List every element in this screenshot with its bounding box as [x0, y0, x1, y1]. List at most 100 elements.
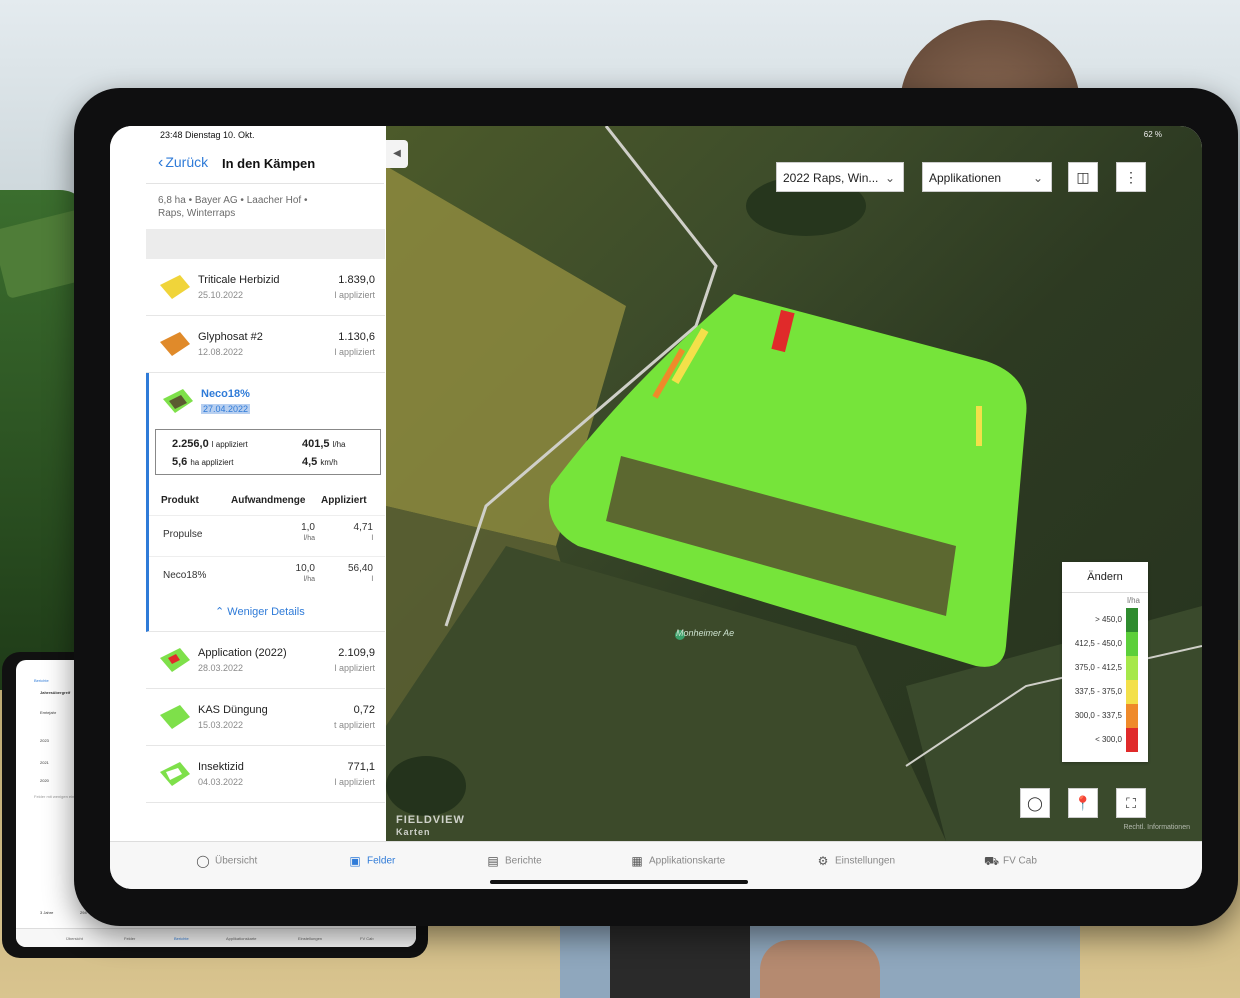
- small-tab-reports[interactable]: Berichte: [174, 936, 189, 941]
- legend-change-button[interactable]: Ändern: [1062, 562, 1148, 593]
- tab-label: Applikationskarte: [649, 855, 726, 867]
- tab-label: Übersicht: [215, 855, 258, 867]
- tab-settings[interactable]: ⚙ Einstellungen: [816, 854, 895, 868]
- tab-overview[interactable]: ◯ Übersicht: [196, 854, 257, 868]
- legend-label: 300,0 - 337,5: [1074, 711, 1122, 720]
- application-item-selected[interactable]: Neco18% 27.04.2022 2.256,0 l appliziert …: [146, 373, 385, 632]
- application-value: 1.130,6: [338, 331, 375, 343]
- background-rugged-device: [610, 915, 750, 998]
- field-thumbnail-icon: [160, 705, 190, 729]
- chevron-down-icon: ⌄: [1032, 171, 1043, 185]
- tractor-icon: ⛟: [984, 854, 1000, 868]
- product-rate: 10,0 l/ha: [296, 563, 315, 585]
- stat-area: 5,6 ha appliziert: [172, 456, 234, 468]
- product-applied: 4,71 l: [354, 522, 373, 544]
- small-tab-fields[interactable]: Felder: [124, 936, 135, 941]
- tab-label: Berichte: [505, 855, 542, 867]
- header-applied: Appliziert: [321, 495, 367, 506]
- header-product: Produkt: [161, 495, 199, 506]
- place-label: Monheimer Ae: [676, 628, 735, 638]
- product-table-header: Produkt Aufwandmenge Appliziert: [149, 491, 385, 515]
- layer-select[interactable]: Applikationen ⌄: [922, 162, 1052, 192]
- tab-fv-cab[interactable]: ⛟ FV Cab: [984, 854, 1037, 868]
- application-date: 25.10.2022: [198, 290, 244, 300]
- watermark-text: FIELDVIEW: [396, 814, 465, 826]
- small-tab-appmap[interactable]: Applikationskarte: [226, 936, 256, 941]
- background-hand: [760, 940, 880, 998]
- divider: [146, 183, 384, 184]
- stat-area-unit: ha appliziert: [190, 458, 234, 467]
- field-title: In den Kämpen: [222, 156, 316, 171]
- product-applied-unit: l: [371, 535, 373, 542]
- collapse-panel-button[interactable]: ◀: [386, 140, 408, 168]
- application-item[interactable]: Insektizid 04.03.2022 771,1 l appliziert: [146, 746, 385, 803]
- field-thumbnail-icon: [160, 275, 190, 299]
- product-rate-value: 1,0: [301, 522, 315, 533]
- more-options-button[interactable]: ⋮: [1116, 162, 1146, 192]
- back-button[interactable]: ‹ Zurück: [158, 154, 208, 172]
- season-select-label: 2022 Raps, Win...: [783, 171, 879, 185]
- pin-button[interactable]: 📍: [1068, 788, 1098, 818]
- home-indicator: [490, 880, 748, 884]
- lasso-icon: ◯: [1027, 795, 1043, 811]
- application-date: 15.03.2022: [198, 720, 244, 730]
- legend-row: < 300,0: [1062, 728, 1148, 752]
- application-item[interactable]: Glyphosat #2 12.08.2022 1.130,6 l appliz…: [146, 316, 385, 373]
- lasso-button[interactable]: ◯: [1020, 788, 1050, 818]
- application-name: Application (2022): [198, 647, 287, 659]
- product-applied: 56,40 l: [348, 563, 373, 585]
- stat-speed-unit: km/h: [320, 458, 338, 467]
- product-name: Propulse: [163, 529, 203, 540]
- application-name: Neco18%: [201, 388, 250, 400]
- tab-label: FV Cab: [1003, 855, 1037, 867]
- small-year-2: 2021: [40, 760, 49, 765]
- product-table: Produkt Aufwandmenge Appliziert Propulse…: [149, 491, 385, 597]
- product-row: Propulse 1,0 l/ha 4,71 l: [149, 515, 385, 556]
- legend-label: < 300,0: [1095, 735, 1122, 744]
- tab-fields[interactable]: ▣ Felder: [348, 854, 395, 868]
- less-details-link[interactable]: ⌃ Weniger Details: [215, 605, 305, 618]
- fieldview-watermark: FIELDVIEW Karten: [396, 814, 465, 838]
- stat-applied-total-unit: l appliziert: [211, 440, 248, 449]
- legend-row: 300,0 - 337,5: [1062, 704, 1148, 728]
- small-filter[interactable]: Erntejahr: [40, 710, 56, 715]
- tab-reports[interactable]: ▤ Berichte: [486, 854, 542, 868]
- application-item[interactable]: KAS Düngung 15.03.2022 0,72 t appliziert: [146, 689, 385, 746]
- legend-label: 412,5 - 450,0: [1074, 639, 1122, 648]
- legal-link[interactable]: Rechtl. Informationen: [1123, 824, 1190, 831]
- application-value: 771,1: [347, 761, 375, 773]
- product-row: Neco18% 10,0 l/ha 56,40 l: [149, 556, 385, 597]
- application-date: 28.03.2022: [198, 663, 244, 673]
- application-list: Triticale Herbizid 25.10.2022 1.839,0 l …: [146, 259, 385, 803]
- small-tab-settings[interactable]: Einstellungen: [298, 936, 322, 941]
- circle-icon: ◯: [196, 854, 210, 868]
- legend-label: 337,5 - 375,0: [1074, 687, 1122, 696]
- tab-label: Einstellungen: [835, 855, 896, 867]
- application-unit: l appliziert: [334, 347, 375, 357]
- application-item[interactable]: Application (2022) 28.03.2022 2.109,9 l …: [146, 632, 385, 689]
- application-unit: l appliziert: [334, 290, 375, 300]
- field-map[interactable]: ◀ 2022 Raps, Win... ⌄ Applikationen ⌄ ◫ ⋮ …: [386, 126, 1202, 841]
- legend-swatch: [1126, 632, 1138, 656]
- header-rate: Aufwandmenge: [231, 495, 306, 506]
- fit-bounds-button[interactable]: ⛶: [1116, 788, 1146, 818]
- legend-row: 375,0 - 412,5: [1062, 656, 1148, 680]
- small-tab-overview[interactable]: Übersicht: [66, 936, 83, 941]
- field-sidebar: 23:48 Dienstag 10. Okt. ‹ Zurück In den K…: [110, 126, 385, 841]
- stat-rate: 401,5 l/ha: [302, 438, 346, 450]
- application-date: 27.04.2022: [201, 404, 251, 414]
- product-applied-unit: l: [371, 576, 373, 583]
- stat-area-value: 5,6: [172, 456, 188, 468]
- season-select[interactable]: 2022 Raps, Win... ⌄: [776, 162, 904, 192]
- application-item[interactable]: Triticale Herbizid 25.10.2022 1.839,0 l …: [146, 259, 385, 316]
- legend-row: 412,5 - 450,0: [1062, 632, 1148, 656]
- tab-application-map[interactable]: ▦ Applikationskarte: [630, 854, 725, 868]
- legend-swatch: [1126, 704, 1138, 728]
- small-back-link[interactable]: Berichte: [34, 678, 49, 683]
- application-value: 2.109,9: [338, 647, 375, 659]
- status-time: 23:48 Dienstag 10. Okt.: [160, 130, 255, 140]
- small-footer-left: 3 Jahre: [40, 910, 54, 915]
- split-view-button[interactable]: ◫: [1068, 162, 1098, 192]
- small-tab-fvcab[interactable]: FV Cab: [360, 936, 374, 941]
- legend-unit: l/ha: [1127, 596, 1140, 605]
